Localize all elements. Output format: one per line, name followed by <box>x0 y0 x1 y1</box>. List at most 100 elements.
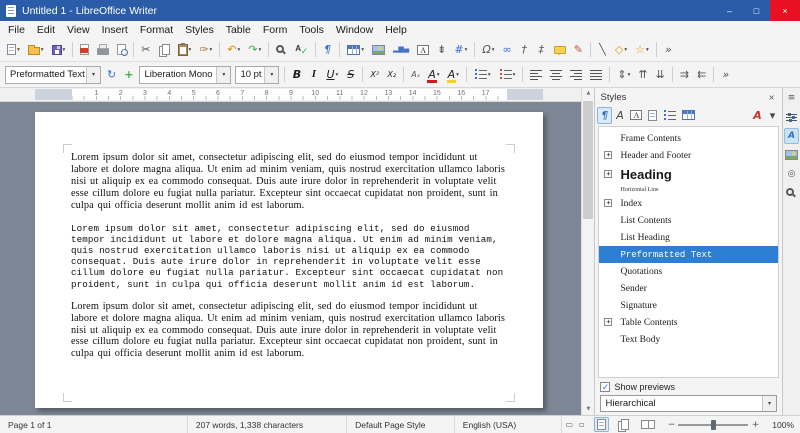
strikethrough-button[interactable]: S <box>343 65 358 84</box>
print-preview-button[interactable] <box>114 40 129 59</box>
cut-button[interactable]: ✂ <box>138 40 153 59</box>
paragraph-2[interactable]: Lorem ipsum dolor sit amet, consectetur … <box>71 223 507 290</box>
basic-shapes-button[interactable]: ◇▾ <box>612 40 630 59</box>
menu-insert[interactable]: Insert <box>96 23 134 37</box>
style-item-list-heading[interactable]: List Heading <box>599 229 778 246</box>
deck-close-icon[interactable]: × <box>766 93 777 102</box>
character-styles-button[interactable]: A <box>612 107 627 124</box>
multiple-page-view-button[interactable] <box>615 417 632 432</box>
track-changes-button[interactable]: ✎ <box>571 40 586 59</box>
unordered-list-dropdown-caret[interactable]: ▾ <box>488 72 491 78</box>
italic-button[interactable]: I <box>306 65 321 84</box>
style-item-signature[interactable]: Signature <box>599 297 778 314</box>
align-right-button[interactable] <box>567 65 585 84</box>
open-file-button[interactable]: ▾ <box>25 40 47 59</box>
clear-direct-formatting-button[interactable]: Aₓ <box>408 65 423 84</box>
insert-chart-button[interactable]: ▂▆▄ <box>390 40 412 59</box>
find-and-replace-button[interactable] <box>273 40 290 59</box>
insert-line-button[interactable]: ╲ <box>595 40 610 59</box>
frame-styles-button[interactable] <box>627 107 645 124</box>
styles-action-menu-button[interactable]: ▾ <box>765 107 780 124</box>
sidebar-tab-sidebar-settings[interactable]: ≡ <box>784 90 799 106</box>
scrollbar-thumb[interactable] <box>583 101 593 219</box>
export-pdf-button[interactable] <box>77 40 92 59</box>
horizontal-ruler[interactable]: 1234567891011121314151617 <box>0 88 581 102</box>
sidebar-tab-properties[interactable] <box>784 109 799 125</box>
ordered-list-button[interactable]: ▾ <box>496 65 519 84</box>
insert-field-dropdown-caret[interactable]: ▾ <box>465 47 468 53</box>
list-styles-button[interactable] <box>660 107 679 124</box>
style-item-frame-contents[interactable]: Frame Contents <box>599 130 778 147</box>
zoom-track[interactable] <box>678 424 748 426</box>
insert-table-dropdown-caret[interactable]: ▾ <box>361 47 364 53</box>
undo-dropdown-caret[interactable]: ▾ <box>237 47 240 53</box>
insert-comment-button[interactable] <box>551 40 569 59</box>
style-filter-select[interactable]: Hierarchical ▾ <box>600 395 777 412</box>
selection-mode-icon[interactable]: ▭ <box>562 420 576 429</box>
style-item-horizontal-line[interactable]: Horizontal Line <box>599 185 778 195</box>
increase-paragraph-spacing-button[interactable]: ⇈ <box>635 65 650 84</box>
menu-file[interactable]: File <box>2 23 31 37</box>
zoom-slider[interactable]: − + <box>667 420 759 430</box>
font-size-combo[interactable]: 10 pt▾ <box>235 66 279 84</box>
paste-button[interactable]: ▾ <box>175 40 195 59</box>
decrease-paragraph-spacing-button[interactable]: ⇊ <box>653 65 668 84</box>
spelling-button[interactable] <box>292 40 311 59</box>
style-item-table-contents[interactable]: +Table Contents <box>599 314 778 331</box>
insert-endnote-button[interactable]: ‡ <box>534 40 549 59</box>
document-modified-icon[interactable]: ▫ <box>576 420 587 429</box>
sidebar-tab-style-inspector[interactable] <box>784 185 799 201</box>
paragraph-1[interactable]: Lorem ipsum dolor sit amet, consectetur … <box>71 152 507 212</box>
formatting-marks-button[interactable]: ¶ <box>320 40 335 59</box>
word-count-status[interactable]: 207 words, 1,338 characters <box>188 416 347 433</box>
paste-dropdown-caret[interactable]: ▾ <box>189 47 192 53</box>
style-item-index[interactable]: +Index <box>599 195 778 212</box>
expand-icon[interactable]: + <box>604 170 612 178</box>
print-button[interactable] <box>94 40 112 59</box>
page-styles-button[interactable] <box>645 107 660 124</box>
paragraph-styles-button[interactable]: ¶ <box>597 107 612 124</box>
insert-footnote-button[interactable]: † <box>517 40 532 59</box>
vertical-scrollbar[interactable]: ▲ ▼ <box>581 88 594 415</box>
language-status[interactable]: English (USA) <box>455 416 563 433</box>
menu-edit[interactable]: Edit <box>31 23 61 37</box>
show-previews-checkbox[interactable]: ✓ Show previews <box>600 382 777 392</box>
insert-text-box-button[interactable] <box>414 40 432 59</box>
ruler-right-margin[interactable] <box>507 89 543 100</box>
highlight-color-dropdown-caret[interactable]: ▾ <box>456 72 459 78</box>
unordered-list-button[interactable]: ▾ <box>471 65 494 84</box>
page-number-status[interactable]: Page 1 of 1 <box>0 416 188 433</box>
redo-button[interactable]: ↷▾ <box>245 40 264 59</box>
symbol-shapes-button[interactable]: ☆▾ <box>632 40 652 59</box>
menu-form[interactable]: Form <box>257 23 294 37</box>
new-document-dropdown-caret[interactable]: ▾ <box>17 47 20 53</box>
paragraph-style-combo[interactable]: Preformatted Text▾ <box>5 66 101 84</box>
toolbar-overflow-button[interactable]: » <box>661 40 676 59</box>
menu-styles[interactable]: Styles <box>179 23 220 37</box>
paragraph-3[interactable]: Lorem ipsum dolor sit amet, consectetur … <box>71 301 507 361</box>
align-center-button[interactable] <box>547 65 565 84</box>
insert-image-button[interactable] <box>369 40 388 59</box>
toolbar-overflow-button[interactable]: » <box>718 65 733 84</box>
paragraph-style-combo-dropdown-button[interactable]: ▾ <box>86 67 100 83</box>
subscript-button[interactable]: X₂ <box>384 65 399 84</box>
ordered-list-dropdown-caret[interactable]: ▾ <box>513 72 516 78</box>
update-style-button[interactable]: ↻ <box>104 65 119 84</box>
expand-icon[interactable]: + <box>604 199 612 207</box>
minimize-button[interactable]: – <box>716 0 743 21</box>
insert-special-character-button[interactable]: Ω▾ <box>479 40 497 59</box>
insert-field-button[interactable]: #▾ <box>451 40 470 59</box>
new-style-from-selection-button[interactable]: A <box>750 107 765 124</box>
maximize-button[interactable]: □ <box>743 0 770 21</box>
menu-table[interactable]: Table <box>220 23 257 37</box>
style-item-quotations[interactable]: Quotations <box>599 263 778 280</box>
scroll-down-arrow-icon[interactable]: ▼ <box>582 404 594 415</box>
symbol-shapes-dropdown-caret[interactable]: ▾ <box>646 47 649 53</box>
font-size-combo-dropdown-button[interactable]: ▾ <box>264 67 278 83</box>
new-document-button[interactable]: ▾ <box>4 40 23 59</box>
align-left-button[interactable] <box>527 65 545 84</box>
sidebar-tab-styles[interactable]: A <box>784 128 799 144</box>
font-color-dropdown-caret[interactable]: ▾ <box>437 72 440 78</box>
menu-window[interactable]: Window <box>330 23 379 37</box>
justify-button[interactable] <box>587 65 605 84</box>
